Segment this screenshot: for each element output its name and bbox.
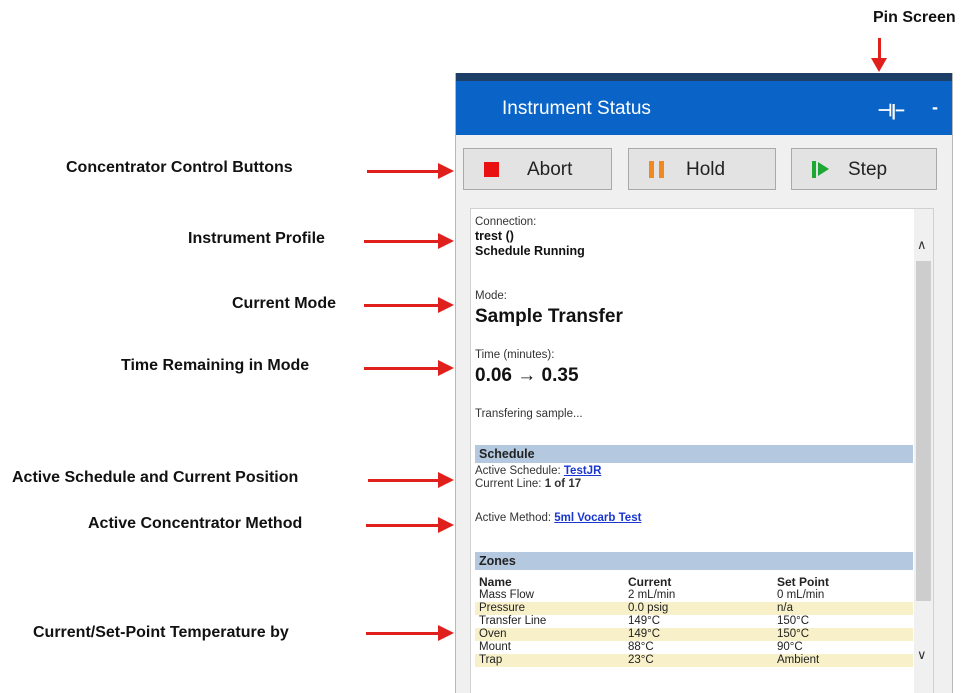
zone-current: 149°C: [628, 615, 661, 627]
table-row: Transfer Line 149°C 150°C: [475, 615, 913, 628]
callout-current-mode: Current Mode: [232, 295, 336, 312]
vertical-scrollbar[interactable]: ∧ ∨: [914, 209, 933, 693]
zone-name: Oven: [475, 628, 624, 641]
zone-setpoint: Ambient: [773, 654, 913, 667]
instrument-status-window: Instrument Status ⊣|− - Abort Hold Step …: [455, 73, 953, 693]
zone-current: 23°C: [624, 654, 773, 667]
active-method-link[interactable]: 5ml Vocarb Test: [554, 512, 641, 524]
active-schedule-row: Active Schedule: TestJR: [475, 465, 601, 477]
active-schedule-label: Active Schedule:: [475, 465, 561, 477]
scroll-thumb[interactable]: [916, 261, 931, 601]
zone-name: Transfer Line: [479, 615, 547, 627]
arrow-active-schedule: [368, 472, 454, 488]
zones-col-setpoint: Set Point: [777, 575, 830, 589]
zone-name: Trap: [475, 654, 624, 667]
current-line-label: Current Line:: [475, 478, 542, 490]
table-row: Oven 149°C 150°C: [475, 628, 913, 641]
zone-setpoint: 150°C: [773, 628, 913, 641]
table-row: Trap 23°C Ambient: [475, 654, 913, 667]
status-message: Transfering sample...: [475, 408, 583, 420]
arrow-control-buttons: [367, 163, 454, 179]
schedule-section-header: Schedule: [475, 445, 913, 463]
zone-setpoint: 90°C: [777, 641, 803, 653]
window-title: Instrument Status: [502, 98, 651, 119]
scroll-down-icon[interactable]: ∨: [917, 647, 927, 663]
minimize-button[interactable]: -: [932, 97, 938, 118]
zone-setpoint: 150°C: [777, 615, 810, 627]
zone-current: 0.0 psig: [624, 602, 773, 615]
pin-icon[interactable]: ⊣|−: [878, 101, 905, 121]
arrow-active-method: [366, 517, 454, 533]
abort-button[interactable]: Abort: [463, 148, 612, 190]
zone-name: Mass Flow: [479, 589, 534, 601]
zone-name: Pressure: [475, 602, 624, 615]
active-method-label: Active Method:: [475, 512, 552, 524]
title-bar: Instrument Status ⊣|− -: [456, 81, 952, 135]
current-line-value: 1 of 17: [544, 478, 582, 490]
callout-temperature: Current/Set-Point Temperature by: [33, 624, 289, 641]
zone-name: Mount: [479, 641, 511, 653]
zones-table: Name Current Set Point Mass Flow 2 mL/mi…: [475, 576, 913, 667]
stop-icon: [484, 162, 499, 177]
arrow-temperature: [366, 625, 454, 641]
zone-setpoint: 0 mL/min: [777, 589, 825, 601]
scroll-up-icon[interactable]: ∧: [917, 237, 927, 253]
time-value: 0.06 → 0.35: [475, 365, 579, 386]
active-schedule-link[interactable]: TestJR: [564, 465, 602, 477]
connection-label: Connection:: [475, 216, 537, 228]
status-content[interactable]: Connection: trest () Schedule Running Mo…: [470, 208, 934, 693]
callout-time-remaining: Time Remaining in Mode: [121, 357, 310, 374]
step-forward-icon: [812, 161, 830, 178]
pause-icon: [649, 161, 665, 178]
window-top-strip: [456, 73, 952, 81]
mode-label: Mode:: [475, 290, 507, 302]
zones-section-header: Zones: [475, 552, 913, 570]
table-row: Pressure 0.0 psig n/a: [475, 602, 913, 615]
mode-value: Sample Transfer: [475, 306, 623, 327]
arrow-time-remaining: [364, 360, 454, 376]
schedule-state: Schedule Running: [475, 244, 585, 258]
zones-col-name: Name: [479, 575, 512, 589]
zone-setpoint: n/a: [773, 602, 913, 615]
table-row: Mass Flow 2 mL/min 0 mL/min: [475, 589, 913, 602]
callout-control-buttons: Concentrator Control Buttons: [66, 159, 293, 176]
connection-value: trest (): [475, 229, 514, 243]
zone-current: 2 mL/min: [628, 589, 676, 601]
hold-label: Hold: [686, 159, 726, 180]
callout-active-schedule: Active Schedule and Current Position: [12, 469, 299, 486]
callout-instrument-profile: Instrument Profile: [188, 230, 325, 247]
arrow-pin-screen: [871, 38, 887, 72]
zone-current: 149°C: [624, 628, 773, 641]
time-label: Time (minutes):: [475, 349, 555, 361]
active-method-row: Active Method: 5ml Vocarb Test: [475, 512, 641, 524]
step-button[interactable]: Step: [791, 148, 937, 190]
zones-col-current: Current: [628, 575, 672, 589]
callout-active-method: Active Concentrator Method: [88, 515, 303, 532]
abort-label: Abort: [527, 159, 573, 180]
table-row: Mount 88°C 90°C: [475, 641, 913, 654]
current-line-row: Current Line: 1 of 17: [475, 478, 581, 490]
arrow-current-mode: [364, 297, 454, 313]
zone-current: 88°C: [628, 641, 654, 653]
hold-button[interactable]: Hold: [628, 148, 776, 190]
step-label: Step: [848, 159, 888, 180]
arrow-instrument-profile: [364, 233, 454, 249]
callout-pin-screen: Pin Screen: [873, 9, 956, 26]
